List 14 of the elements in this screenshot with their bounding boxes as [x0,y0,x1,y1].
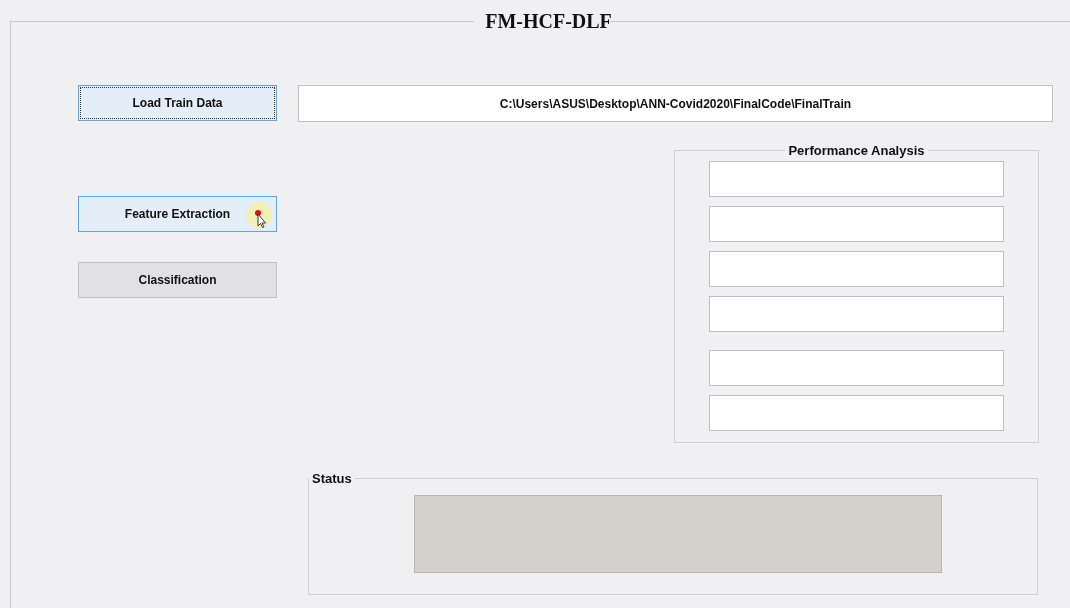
output-field[interactable] [709,206,1004,242]
output-field[interactable] [709,350,1004,386]
cursor-icon [246,202,272,228]
panel-title: Performance Analysis [787,143,926,158]
action-button[interactable]: Load Train Data [78,85,277,121]
action-button[interactable]: Classification [78,262,277,298]
output-field[interactable] [709,395,1004,431]
panel-title: Status [311,471,353,486]
output-field[interactable] [709,296,1004,332]
window-title: FM-HCF-DLF [484,10,613,33]
output-field[interactable] [709,251,1004,287]
action-button[interactable]: Feature Extraction [78,196,277,232]
path-field[interactable]: C:\Users\ASUS\Desktop\ANN-Covid2020\FinalCode\FinalTrain [298,85,1053,122]
output-field[interactable] [709,161,1004,197]
